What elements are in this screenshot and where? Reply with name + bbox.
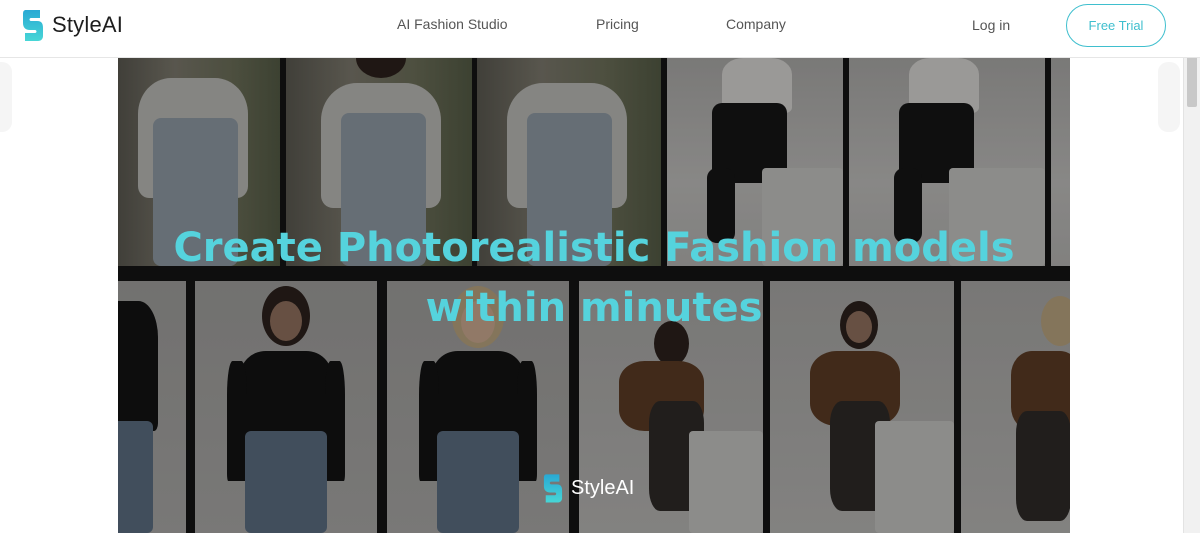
side-card-right	[1158, 62, 1180, 132]
hero-headline-line1: Create Photorealistic Fashion models	[173, 225, 1015, 271]
free-trial-button[interactable]: Free Trial	[1066, 4, 1166, 47]
styleai-logo-icon	[543, 474, 563, 503]
side-card-left	[0, 62, 12, 132]
hero-brand: StyleAI	[543, 472, 634, 504]
nav-pricing[interactable]: Pricing	[596, 16, 639, 32]
hero-banner: Create Photorealistic Fashion models wit…	[118, 58, 1070, 533]
top-navbar: StyleAI AI Fashion Studio Pricing Compan…	[0, 0, 1200, 58]
hero-headline: Create Photorealistic Fashion models wit…	[118, 218, 1070, 338]
nav-company[interactable]: Company	[726, 16, 786, 32]
hero-headline-line2: within minutes	[425, 285, 763, 331]
brand-home-link[interactable]: StyleAI	[22, 8, 123, 42]
brand-name: StyleAI	[52, 12, 124, 37]
login-link[interactable]: Log in	[972, 17, 1010, 33]
nav-ai-fashion-studio[interactable]: AI Fashion Studio	[397, 16, 508, 32]
hero-brand-name: StyleAI	[571, 476, 635, 499]
styleai-logo-icon	[23, 10, 43, 41]
page-scrollbar[interactable]	[1183, 0, 1200, 533]
